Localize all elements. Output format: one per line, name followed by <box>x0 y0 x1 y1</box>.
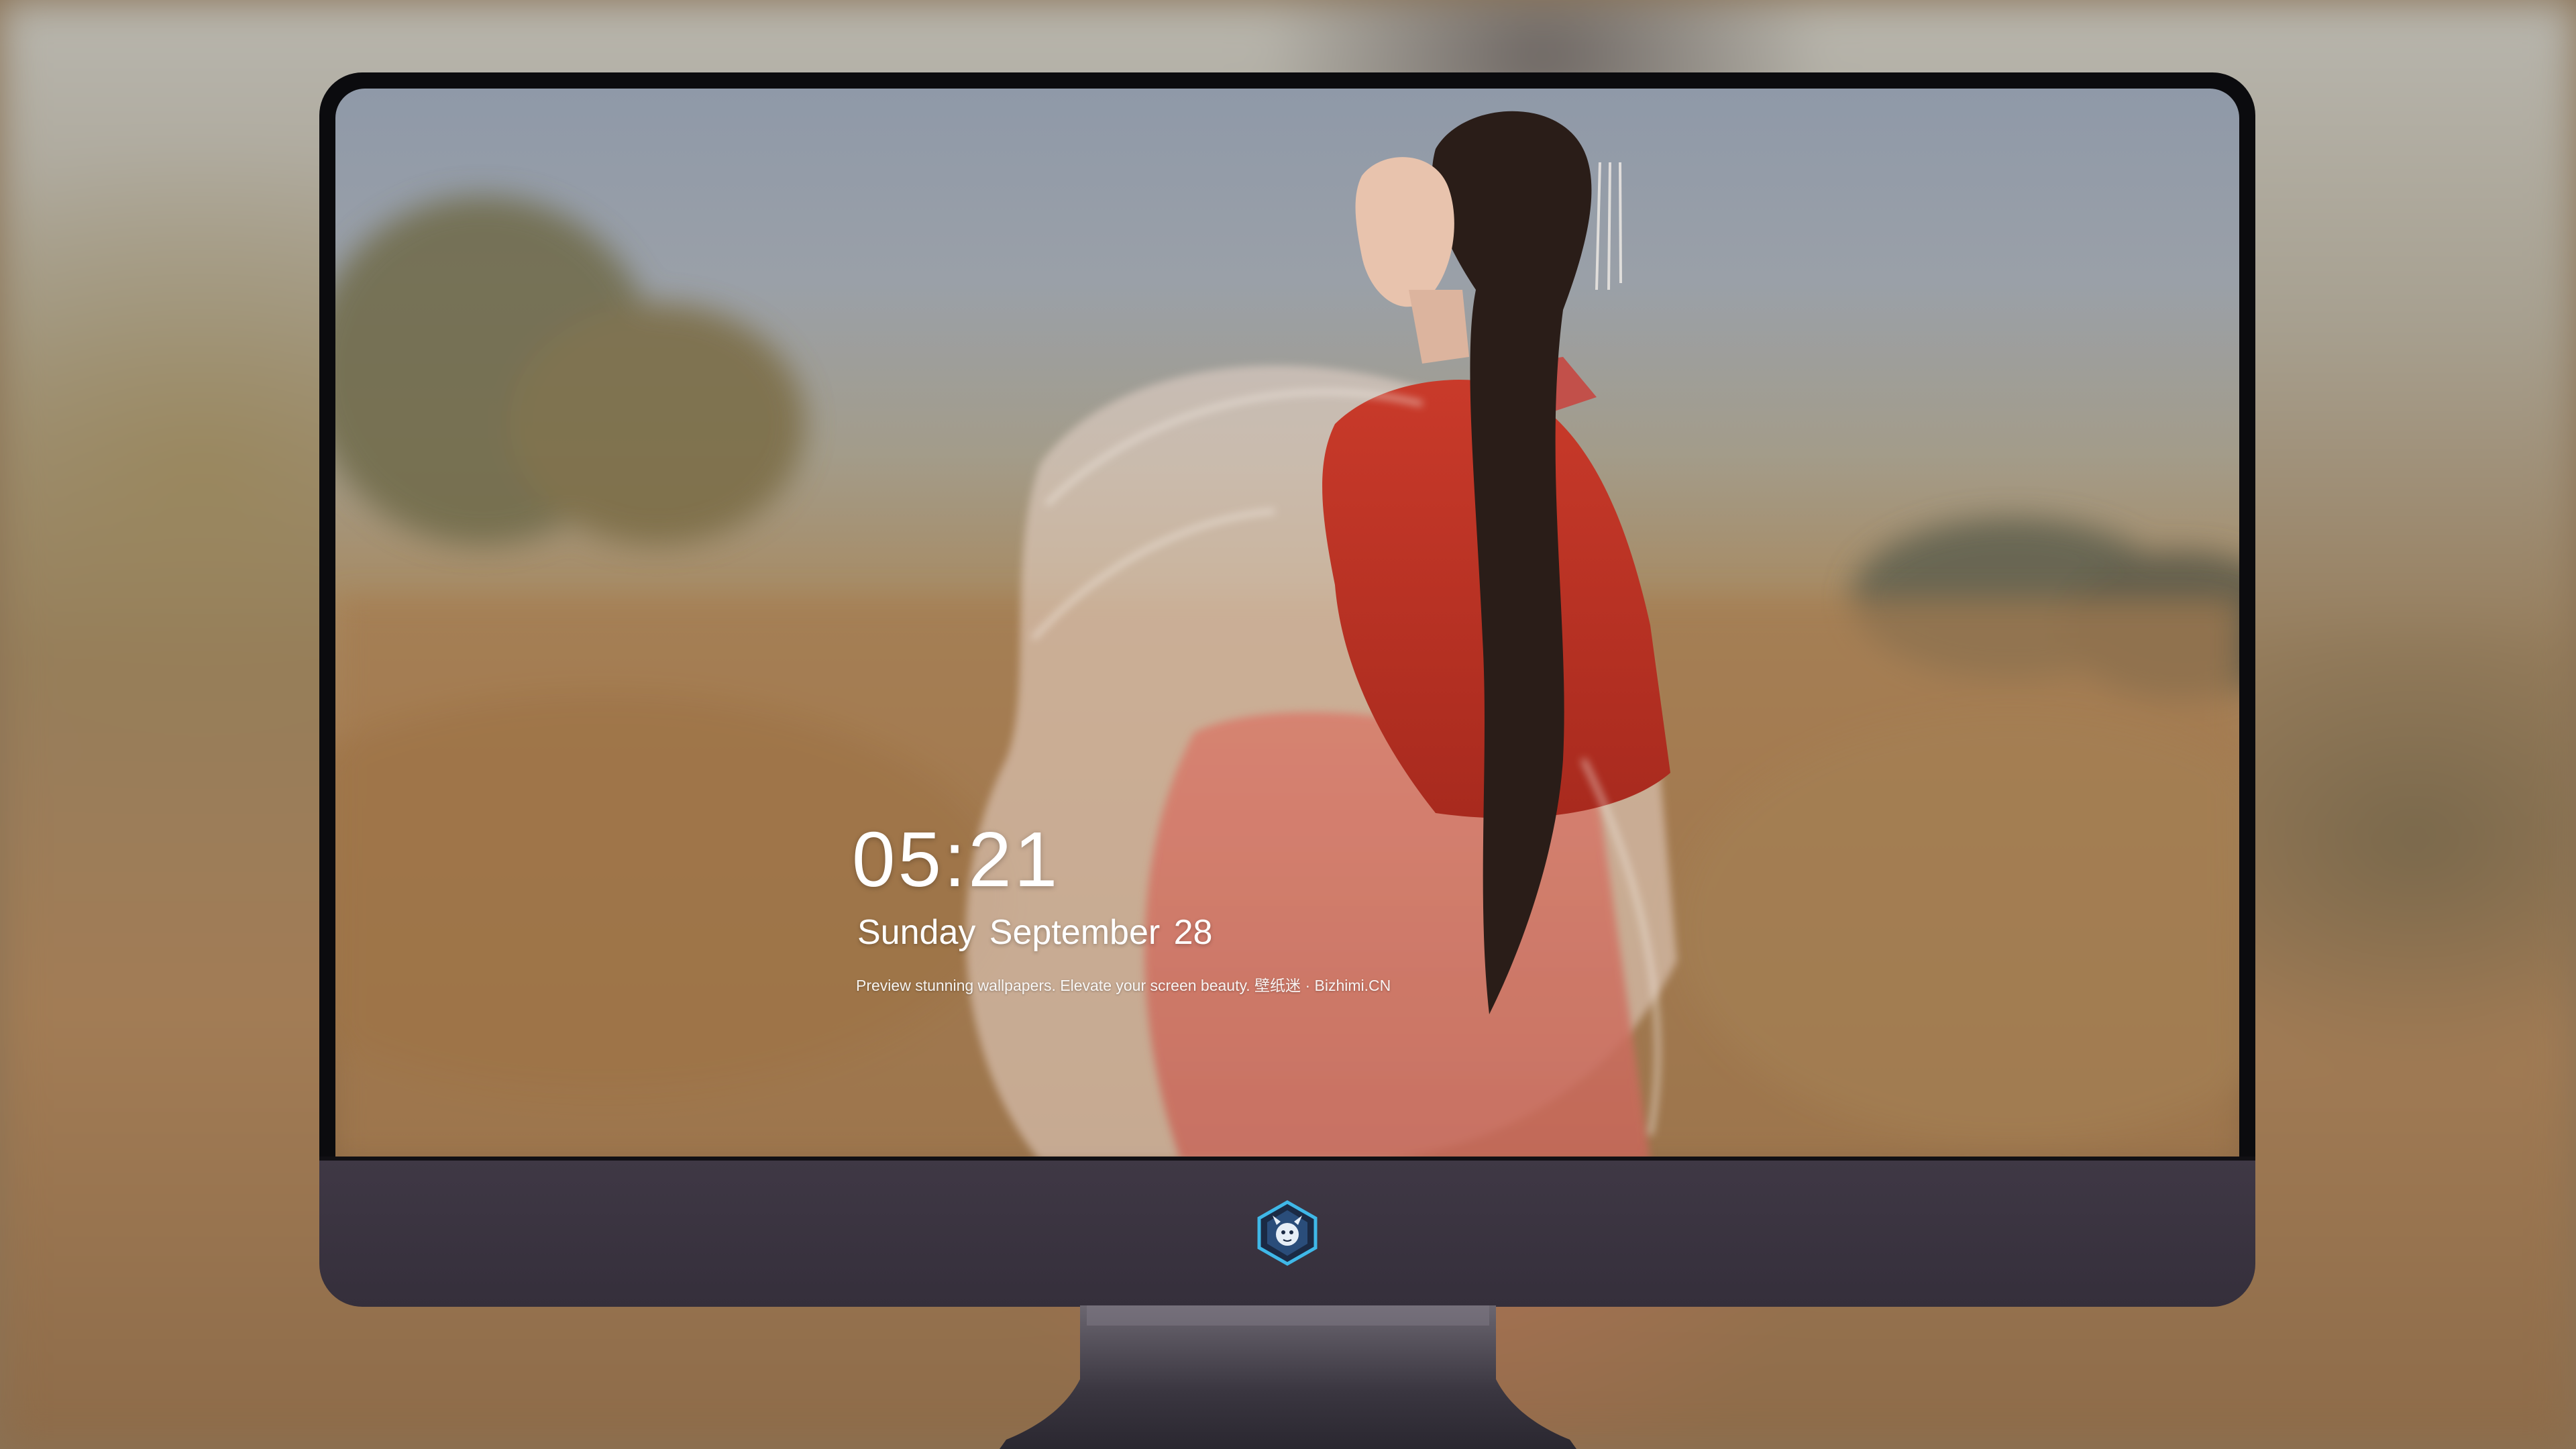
lock-tagline: Preview stunning wallpapers. Elevate you… <box>856 977 1391 994</box>
lock-screen: 05:21 Sunday September 28 Preview stunni… <box>335 89 2239 1161</box>
monitor-frame: 05:21 Sunday September 28 Preview stunni… <box>319 72 2255 1307</box>
lock-date: Sunday September 28 <box>857 913 1213 952</box>
monitor-stand <box>1000 1305 1576 1449</box>
wallpaper-image <box>335 111 2239 1161</box>
lock-clock: 05:21 <box>852 816 1061 903</box>
dragon-shield-logo-icon <box>1257 1200 1318 1266</box>
